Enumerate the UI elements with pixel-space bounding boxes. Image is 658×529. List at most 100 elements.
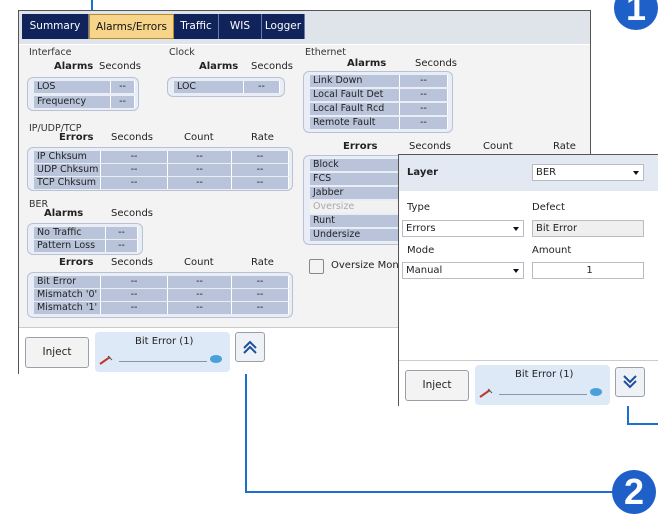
chevron-double-up-icon — [243, 340, 257, 354]
mode-select-value: Manual — [406, 265, 443, 276]
udp-chksum-label: UDP Chksum — [34, 164, 101, 176]
eth-seconds-header: Seconds — [415, 58, 458, 69]
udp-chksum-row: UDP Chksum -- -- -- — [28, 164, 292, 176]
mismatch-0-rate: -- — [232, 289, 289, 301]
bucket-icon — [590, 388, 602, 396]
local-fault-det-label: Local Fault Det — [310, 89, 400, 101]
clock-row-loc: LOC -- — [168, 81, 284, 93]
mode-select[interactable]: Manual — [402, 262, 524, 279]
ipudptcp-group: IP/UDP/TCP Errors Seconds Count Rate IP … — [27, 123, 299, 201]
local-fault-rcd-label: Local Fault Rcd — [310, 103, 400, 115]
mismatch-1-seconds: -- — [101, 302, 168, 314]
pattern-loss-row: Pattern Loss -- — [28, 240, 142, 252]
oversize-monitor-checkbox[interactable] — [309, 259, 324, 274]
interface-alarms-header: Alarms — [54, 61, 94, 72]
mode-label: Mode — [407, 245, 435, 256]
mismatch-0-row: Mismatch '0' -- -- -- — [28, 289, 292, 301]
link-down-label: Link Down — [310, 75, 400, 87]
mismatch-0-seconds: -- — [101, 289, 168, 301]
mismatch-1-rate: -- — [232, 302, 289, 314]
remote-fault-seconds: -- — [400, 117, 448, 129]
frequency-seconds: -- — [111, 96, 135, 108]
tab-traffic[interactable]: Traffic — [174, 14, 219, 39]
ip-chksum-rate: -- — [232, 151, 289, 163]
ber-error-panel: Bit Error -- -- -- Mismatch '0' -- -- --… — [27, 272, 293, 318]
block-label: Block — [310, 159, 410, 171]
mismatch-0-count: -- — [168, 289, 232, 301]
ber-count-header: Count — [184, 257, 214, 268]
ip-count-header: Count — [184, 132, 214, 143]
bit-error-label: Bit Error — [34, 276, 101, 288]
callout-badge-1: 1 — [614, 0, 658, 30]
tcp-chksum-rate: -- — [232, 177, 289, 189]
ip-chksum-seconds: -- — [101, 151, 168, 163]
ip-chksum-label: IP Chksum — [34, 151, 101, 163]
fcs-row: FCS — [304, 173, 412, 185]
chevron-double-down-icon — [623, 375, 637, 389]
ber-rate-header: Rate — [251, 257, 274, 268]
remote-fault-label: Remote Fault — [310, 117, 400, 129]
chevron-down-icon — [513, 227, 519, 231]
fcs-label: FCS — [310, 173, 410, 185]
local-fault-det-row: Local Fault Det -- — [304, 89, 452, 101]
inject-status-area: Bit Error (1) — [95, 332, 230, 372]
clock-seconds-header: Seconds — [251, 61, 294, 72]
tab-bar: Summary Alarms/Errors Traffic WIS Logger — [19, 11, 590, 44]
popup-inject-button[interactable]: Inject — [405, 370, 469, 401]
layer-select[interactable]: BER — [532, 164, 644, 181]
local-fault-rcd-seconds: -- — [400, 103, 448, 115]
tab-summary[interactable]: Summary — [22, 14, 89, 39]
mismatch-1-label: Mismatch '1' — [34, 302, 101, 314]
eth-rate-header: Rate — [553, 141, 576, 152]
pattern-loss-label: Pattern Loss — [34, 240, 106, 252]
clock-alarms-header: Alarms — [199, 61, 239, 72]
callout-line-2-horizontal — [245, 491, 613, 493]
tcp-chksum-label: TCP Chksum — [34, 177, 101, 189]
syringe-icon — [479, 388, 493, 398]
expand-button[interactable] — [235, 332, 265, 362]
pattern-loss-seconds: -- — [106, 240, 138, 252]
udp-chksum-rate: -- — [232, 164, 289, 176]
udp-chksum-count: -- — [168, 164, 232, 176]
link-down-row: Link Down -- — [304, 75, 452, 87]
ber-group: BER Alarms Seconds No Traffic -- Pattern… — [27, 199, 299, 327]
interface-group: Interface Alarms Seconds LOS -- Frequenc… — [27, 47, 159, 117]
interface-title: Interface — [29, 47, 72, 58]
type-select[interactable]: Errors — [402, 220, 524, 237]
tab-alarms-errors[interactable]: Alarms/Errors — [89, 14, 174, 39]
interface-seconds-header: Seconds — [99, 61, 142, 72]
layer-label: Layer — [407, 167, 439, 178]
ip-chksum-row: IP Chksum -- -- -- — [28, 151, 292, 163]
oversize-row: Oversize — [304, 201, 412, 213]
interface-panel: LOS -- Frequency -- — [27, 77, 139, 111]
no-traffic-seconds: -- — [106, 227, 138, 239]
tab-wis[interactable]: WIS — [219, 14, 262, 39]
callout-line-2-vertical — [245, 364, 247, 492]
amount-label: Amount — [532, 245, 572, 256]
los-seconds: -- — [111, 81, 135, 93]
los-label: LOS — [34, 81, 111, 93]
jabber-row: Jabber — [304, 187, 412, 199]
bit-error-rate: -- — [232, 276, 289, 288]
defect-label: Defect — [532, 202, 565, 213]
interface-row-los: LOS -- — [28, 81, 138, 93]
collapse-button[interactable] — [615, 367, 645, 397]
eth-alarm-panel: Link Down -- Local Fault Det -- Local Fa… — [303, 71, 453, 133]
link-down-seconds: -- — [400, 75, 448, 87]
mismatch-0-label: Mismatch '0' — [34, 289, 101, 301]
amount-input[interactable]: 1 — [532, 262, 644, 279]
popup-bottom-bar: Inject Bit Error (1) — [399, 360, 658, 406]
block-row: Block — [304, 159, 412, 171]
tab-logger[interactable]: Logger — [262, 14, 305, 39]
clock-panel: LOC -- — [167, 77, 285, 97]
type-select-value: Errors — [406, 223, 436, 234]
ber-alarm-panel: No Traffic -- Pattern Loss -- — [27, 223, 143, 255]
inject-button[interactable]: Inject — [25, 337, 89, 368]
eth-error-panel: Block FCS Jabber Oversize Runt Undersize — [303, 155, 413, 245]
tcp-chksum-row: TCP Chksum -- -- -- — [28, 177, 292, 189]
chevron-down-icon — [633, 171, 639, 175]
ber-err-seconds-header: Seconds — [111, 257, 154, 268]
ber-seconds-header: Seconds — [111, 208, 154, 219]
jabber-label: Jabber — [310, 187, 410, 199]
tcp-chksum-seconds: -- — [101, 177, 168, 189]
